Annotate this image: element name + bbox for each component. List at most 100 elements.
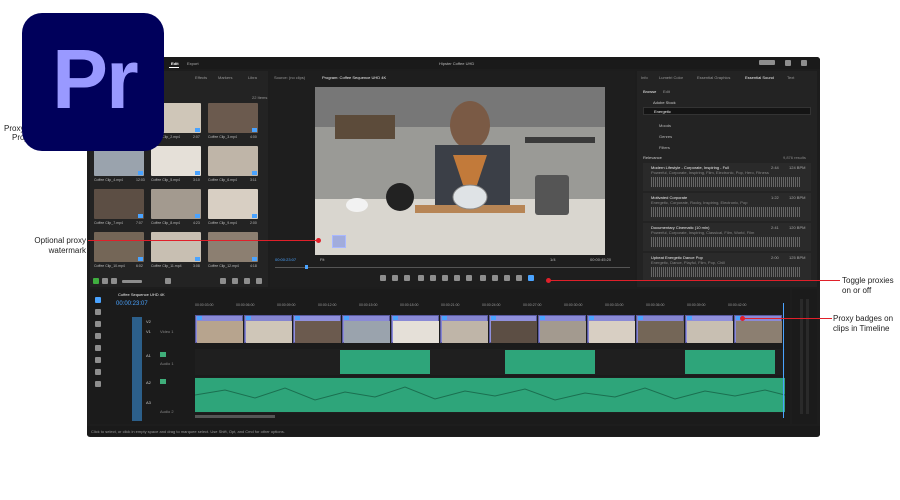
- out-point-icon[interactable]: [404, 275, 410, 281]
- play-icon[interactable]: [442, 275, 448, 281]
- tab-libraries[interactable]: Libra: [248, 75, 257, 80]
- clip-thumbnail[interactable]: [208, 103, 258, 133]
- track-a1[interactable]: A1: [146, 353, 151, 358]
- sort-icon[interactable]: [165, 278, 171, 284]
- video-clip[interactable]: [440, 315, 488, 343]
- video-clip[interactable]: [538, 315, 586, 343]
- search-input[interactable]: Energetic: [643, 107, 811, 115]
- export-frame-icon[interactable]: [504, 275, 510, 281]
- step-back-icon[interactable]: [430, 275, 436, 281]
- clip-thumbnail[interactable]: [151, 146, 201, 176]
- in-point-icon[interactable]: [392, 275, 398, 281]
- video-clip[interactable]: [685, 315, 733, 343]
- tab-essential-sound[interactable]: Essential Sound: [745, 75, 774, 80]
- pen-icon[interactable]: [95, 357, 101, 363]
- slip-icon[interactable]: [95, 345, 101, 351]
- time-ruler[interactable]: 00:00:03:00 00:00:06:00 00:00:09:00 00:00:1…: [195, 303, 785, 311]
- new-bin-icon[interactable]: [220, 278, 226, 284]
- playhead[interactable]: [305, 265, 308, 269]
- timeline-scrollbar[interactable]: [195, 415, 275, 418]
- tab-lumetri[interactable]: Lumetri Color: [659, 75, 683, 80]
- subtab-edit[interactable]: Edit: [663, 89, 670, 94]
- video-clip[interactable]: [342, 315, 390, 343]
- search-icon[interactable]: [232, 278, 238, 284]
- callout-proxy-watermark-text: Optional proxy watermark: [34, 236, 86, 255]
- clip-thumbnail[interactable]: [208, 146, 258, 176]
- track-a3[interactable]: A3: [146, 400, 151, 405]
- timeline-playhead[interactable]: [783, 303, 784, 418]
- tab-info[interactable]: Info: [641, 75, 648, 80]
- tab-essential-graphics[interactable]: Essential Graphics: [697, 75, 730, 80]
- music-clip[interactable]: [194, 378, 786, 412]
- pencil-icon[interactable]: [93, 278, 99, 284]
- track-v1[interactable]: V1: [146, 329, 151, 334]
- rectangle-icon[interactable]: [95, 369, 101, 375]
- trash-icon[interactable]: [256, 278, 262, 284]
- tab-effects[interactable]: Effects: [195, 75, 207, 80]
- track-select-icon[interactable]: [95, 309, 101, 315]
- tab-export[interactable]: Export: [187, 61, 199, 66]
- razor-icon[interactable]: [95, 333, 101, 339]
- list-view-icon[interactable]: [102, 278, 108, 284]
- comparison-view-icon[interactable]: [516, 275, 522, 281]
- resolution-dropdown[interactable]: 1/4: [550, 257, 556, 262]
- tab-text[interactable]: Text: [787, 75, 794, 80]
- video-clip[interactable]: [195, 315, 243, 343]
- video-clip[interactable]: [636, 315, 684, 343]
- sequence-tab[interactable]: Coffee Sequence UHD 4K: [118, 292, 165, 297]
- sound-result-item[interactable]: Upbeat Energetic Dance Pop Energetic, Dan…: [643, 253, 811, 281]
- extract-icon[interactable]: [492, 275, 498, 281]
- clip-thumbnail[interactable]: [94, 232, 144, 262]
- ripple-edit-icon[interactable]: [95, 321, 101, 327]
- workspace-icon[interactable]: [759, 60, 775, 65]
- tab-edit[interactable]: Edit: [171, 61, 179, 66]
- mute-a2[interactable]: [160, 379, 166, 384]
- sound-result-item[interactable]: Modern Lifestyle - Corporate, Inspiring …: [643, 163, 811, 191]
- audio-clip[interactable]: [685, 350, 775, 374]
- filter-genres[interactable]: Genres: [659, 134, 672, 139]
- selection-tool-icon[interactable]: [95, 297, 101, 303]
- new-item-icon[interactable]: [244, 278, 250, 284]
- marker-icon[interactable]: [380, 275, 386, 281]
- audio-clip[interactable]: [505, 350, 595, 374]
- source-patch[interactable]: [132, 317, 142, 421]
- lift-icon[interactable]: [480, 275, 486, 281]
- hand-icon[interactable]: [95, 381, 101, 387]
- share-icon[interactable]: [785, 60, 791, 66]
- sound-result-item[interactable]: Motivated Corporate Energetic, Corporate,…: [643, 193, 811, 221]
- go-to-in-icon[interactable]: [418, 275, 424, 281]
- icon-view-icon[interactable]: [111, 278, 117, 284]
- source-filter[interactable]: Adobe Stock: [653, 100, 676, 105]
- audio-clip[interactable]: [340, 350, 430, 374]
- fit-dropdown[interactable]: Fit: [320, 257, 324, 262]
- filter-filters[interactable]: Filters: [659, 145, 670, 150]
- tab-markers[interactable]: Markers: [218, 75, 232, 80]
- clip-thumbnail[interactable]: [94, 189, 144, 219]
- filter-moods[interactable]: Moods: [659, 123, 671, 128]
- toggle-proxies-icon[interactable]: [528, 275, 534, 281]
- track-v2[interactable]: V2: [146, 319, 151, 324]
- subtab-browse[interactable]: Browse: [643, 89, 656, 94]
- go-to-out-icon[interactable]: [466, 275, 472, 281]
- tab-program[interactable]: Program: Coffee Sequence UHD 4K: [322, 75, 386, 80]
- ruler-tick-label: 00:00:21:00: [441, 303, 460, 307]
- video-clip[interactable]: [293, 315, 341, 343]
- video-clip[interactable]: [489, 315, 537, 343]
- sort-relevance[interactable]: Relevance: [643, 155, 662, 160]
- mute-a1[interactable]: [160, 352, 166, 357]
- tab-source[interactable]: Source: (no clips): [274, 75, 305, 80]
- clip-thumbnail[interactable]: [208, 189, 258, 219]
- step-forward-icon[interactable]: [454, 275, 460, 281]
- video-clip[interactable]: [587, 315, 635, 343]
- track-a2[interactable]: A2: [146, 380, 151, 385]
- sound-bpm: 124 BPM: [789, 165, 806, 170]
- clip-thumbnail[interactable]: [151, 232, 201, 262]
- scrubber[interactable]: [275, 267, 630, 268]
- clip-thumbnail[interactable]: [208, 232, 258, 262]
- sound-result-item[interactable]: Documentary Cinematic (10 min) Powerful, …: [643, 223, 811, 251]
- video-clip[interactable]: [391, 315, 439, 343]
- clip-thumbnail[interactable]: [151, 189, 201, 219]
- zoom-slider[interactable]: [122, 280, 142, 283]
- video-clip[interactable]: [244, 315, 292, 343]
- fullscreen-icon[interactable]: [801, 60, 807, 66]
